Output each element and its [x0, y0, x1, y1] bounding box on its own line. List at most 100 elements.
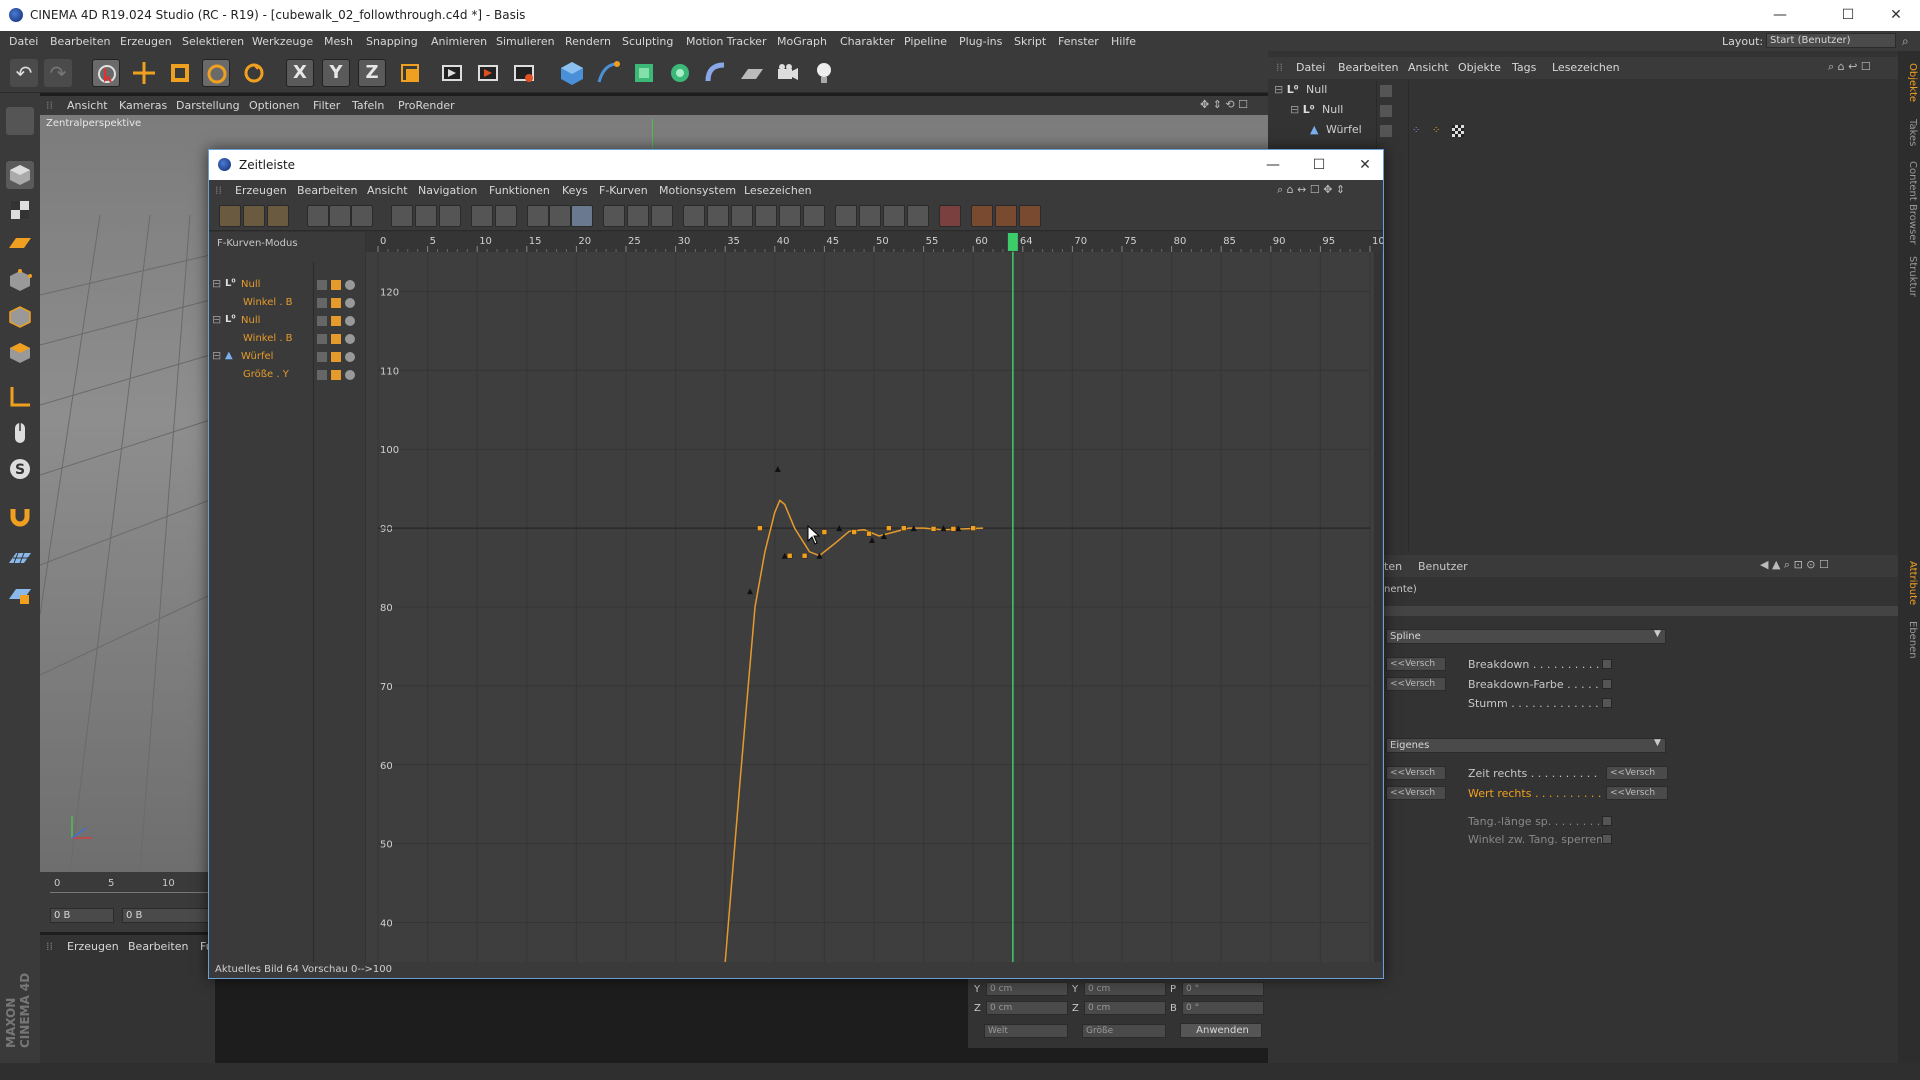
menu-datei[interactable]: Datei — [9, 35, 38, 48]
menu-pipeline[interactable]: Pipeline — [904, 35, 947, 48]
tangent-handle[interactable] — [747, 588, 753, 595]
breakdown-farbe-checkbox[interactable] — [1602, 679, 1612, 689]
wert-rechts-field[interactable]: <<Versch — [1606, 786, 1668, 800]
breakdown-checkbox[interactable] — [1602, 659, 1612, 669]
zeit-menu-funktionen[interactable]: Funktionen — [489, 184, 550, 197]
obj-menu-bearbeiten[interactable]: Bearbeiten — [1338, 61, 1398, 74]
menu-werkzeuge[interactable]: Werkzeuge — [252, 35, 313, 48]
interpolation-dropdown[interactable]: Spline — [1386, 629, 1666, 644]
tangent-unify-icon[interactable] — [755, 205, 777, 227]
zeit-nav-icons[interactable]: ⌕ ⌂ ↔ ☐ ✥ ⇕ — [1277, 183, 1345, 197]
track-edit-icon[interactable] — [317, 280, 327, 290]
side-tab-takes[interactable]: Takes — [1900, 119, 1918, 146]
ease-in-icon[interactable] — [603, 205, 625, 227]
lock-value-icon[interactable] — [803, 205, 825, 227]
viewport-menu-darstellung[interactable]: Darstellung — [176, 99, 240, 112]
menu-selektieren[interactable]: Selektieren — [182, 35, 244, 48]
keyframe-point[interactable] — [757, 525, 763, 531]
frame-range-icon[interactable] — [351, 205, 373, 227]
viewport-menu-tafeln[interactable]: Tafeln — [352, 99, 384, 112]
ease-out-icon[interactable] — [627, 205, 649, 227]
menu-snapping[interactable]: Snapping — [366, 35, 418, 48]
spline-pen-icon[interactable] — [594, 59, 622, 87]
track-key-icon[interactable] — [331, 280, 341, 290]
floor-icon[interactable] — [738, 59, 766, 87]
viewport-menu-optionen[interactable]: Optionen — [249, 99, 299, 112]
keyframe-point[interactable] — [851, 529, 857, 535]
tangent-handle[interactable] — [781, 552, 788, 559]
coordinate-system-icon[interactable] — [396, 59, 424, 87]
motion-mode-icon[interactable] — [267, 205, 289, 227]
keyframe-point[interactable] — [821, 529, 828, 535]
undo-icon[interactable]: ↶ — [10, 59, 38, 87]
side-tab-content-browser[interactable]: Content Browser — [1900, 161, 1918, 244]
zeit-menu-f-kurven[interactable]: F-Kurven — [599, 184, 648, 197]
locked-workplane-icon[interactable] — [6, 581, 34, 609]
drag-handle-icon[interactable]: ⁞⁞ — [1276, 61, 1283, 74]
visibility-toggle-icon[interactable] — [1380, 125, 1392, 137]
camera-icon[interactable] — [774, 59, 802, 87]
versch-field-4[interactable]: <<Versch — [1386, 786, 1446, 800]
zeit-rechts-field[interactable]: <<Versch — [1606, 766, 1668, 780]
delete-key-icon[interactable] — [439, 205, 461, 227]
texture-tag-icon[interactable] — [1452, 125, 1464, 137]
tweak-mode-icon[interactable] — [6, 419, 34, 447]
side-tab-attribute[interactable]: Attribute — [1900, 561, 1918, 605]
layout-dropdown[interactable]: Start (Benutzer) — [1766, 33, 1896, 48]
track-solo-icon[interactable] — [345, 280, 355, 290]
menu-animieren[interactable]: Animieren — [431, 35, 487, 48]
edges-mode-icon[interactable] — [6, 303, 34, 331]
viewport-menu-kameras[interactable]: Kameras — [119, 99, 167, 112]
step-icon[interactable] — [549, 205, 571, 227]
viewport-menu-prorender[interactable]: ProRender — [398, 99, 455, 112]
magnet-icon[interactable] — [6, 501, 34, 529]
track-edit-icon[interactable] — [317, 370, 327, 380]
side-tab-struktur[interactable]: Struktur — [1900, 256, 1918, 297]
minimize-icon[interactable]: — — [1762, 4, 1798, 26]
visibility-toggle-icon[interactable] — [1380, 105, 1392, 117]
coord-p-field[interactable]: 0 ° — [1182, 982, 1264, 996]
viewport-menu-ansicht[interactable]: Ansicht — [67, 99, 108, 112]
coord-size-mode-dropdown[interactable]: Größe — [1082, 1024, 1166, 1038]
cloner-icon[interactable] — [666, 59, 694, 87]
minimize-icon[interactable]: — — [1255, 154, 1291, 176]
apply-button[interactable]: Anwenden — [1180, 1023, 1262, 1038]
subdivision-surface-icon[interactable] — [630, 59, 658, 87]
keyframe-point[interactable] — [786, 552, 793, 559]
track-solo-icon[interactable] — [345, 334, 355, 344]
close-icon[interactable]: ✕ — [1878, 4, 1914, 26]
object-row-null-2[interactable]: ⊟ L⁰ Null — [1290, 103, 1343, 123]
tang-laenge-checkbox[interactable] — [1602, 816, 1612, 826]
render-view-icon[interactable] — [438, 59, 466, 87]
zeit-menu-bearbeiten[interactable]: Bearbeiten — [297, 184, 357, 197]
track-solo-icon[interactable] — [345, 316, 355, 326]
attr-nav-icons[interactable]: ◀ ▲ ⌕ ⊡ ⊙ ☐ — [1760, 558, 1829, 572]
stumm-checkbox[interactable] — [1602, 698, 1612, 708]
fcurve-mode-icon[interactable] — [243, 205, 265, 227]
texture-mode-icon[interactable] — [6, 196, 34, 224]
keyframe-point[interactable] — [950, 526, 957, 532]
vertical-scrollbar[interactable] — [1374, 252, 1382, 962]
grid-workplane-icon[interactable] — [6, 545, 34, 573]
close-icon[interactable]: ✕ — [1347, 154, 1383, 176]
menu-plugins[interactable]: Plug-ins — [959, 35, 1002, 48]
versch-field-1[interactable]: <<Versch — [1386, 657, 1446, 671]
track-edit-icon[interactable] — [317, 316, 327, 326]
fcurve-graph[interactable]: 0 5 10 15 20 25 30 35 40 45 50 55 60 70 75 80 85 90 95 100 4… — [366, 232, 1383, 962]
track-key-icon[interactable] — [331, 352, 341, 362]
zeit-menu-erzeugen[interactable]: Erzeugen — [235, 184, 287, 197]
linear-icon[interactable] — [527, 205, 549, 227]
object-row-wuerfel[interactable]: ▲ Würfel — [1310, 123, 1362, 143]
track-key-icon[interactable] — [331, 298, 341, 308]
zeit-menu-lesezeichen[interactable]: Lesezeichen — [744, 184, 812, 197]
tangent-break-icon[interactable] — [731, 205, 753, 227]
track-edit-icon[interactable] — [317, 352, 327, 362]
obj-menu-lesezeichen[interactable]: Lesezeichen — [1552, 61, 1620, 74]
zeitleiste-title-bar[interactable]: Zeitleiste — ☐ ✕ — [209, 150, 1383, 180]
track-row[interactable]: Winkel . B — [209, 330, 365, 348]
track-solo-icon[interactable] — [345, 352, 355, 362]
move-icon[interactable] — [130, 59, 158, 87]
track-edit-icon[interactable] — [317, 334, 327, 344]
coord-y-size-field[interactable]: 0 cm — [1084, 982, 1166, 996]
keyframe-point[interactable] — [886, 525, 892, 531]
